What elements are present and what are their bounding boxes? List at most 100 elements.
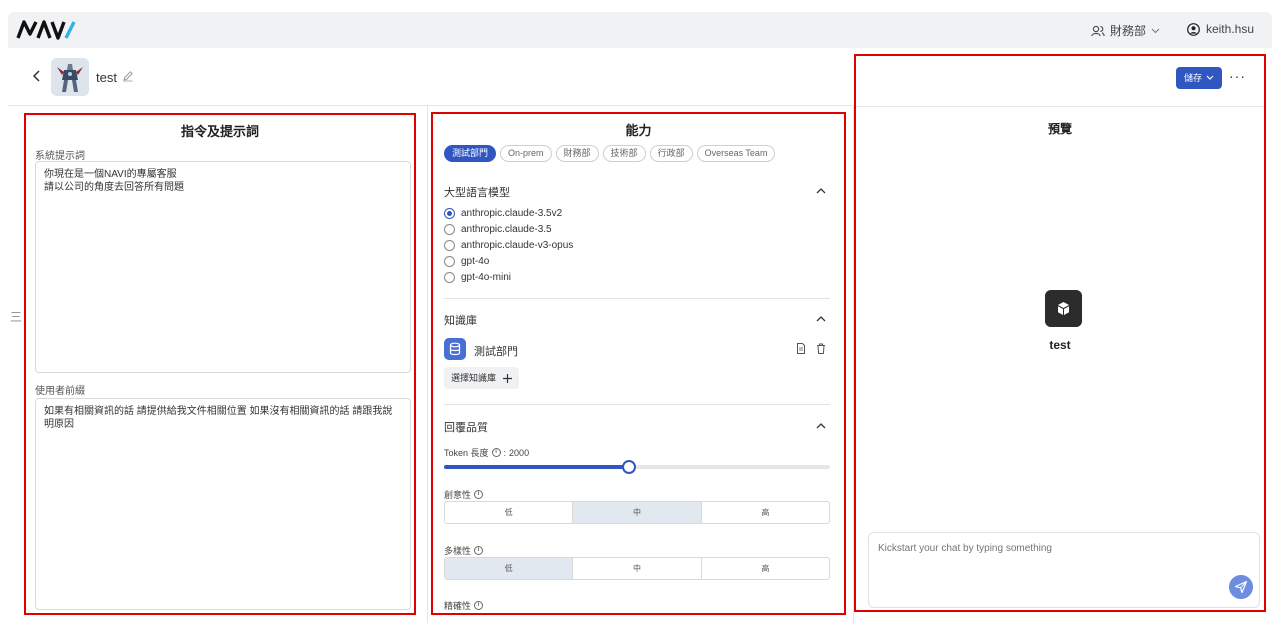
radio-unselected[interactable]: [444, 272, 455, 283]
more-options-icon[interactable]: ···: [1229, 68, 1246, 84]
sidebar-toggle[interactable]: 三: [10, 308, 22, 325]
section-divider: [444, 404, 830, 405]
section-divider: [444, 298, 830, 299]
model-label: gpt-4o: [461, 256, 490, 267]
radio-unselected[interactable]: [444, 256, 455, 267]
username: keith.hsu: [1205, 22, 1254, 36]
diversity-option-high[interactable]: 高: [702, 558, 829, 579]
column-divider: [427, 106, 428, 623]
cube-icon: [1045, 290, 1082, 327]
tab-department[interactable]: 測試部門: [444, 145, 497, 162]
document-icon[interactable]: [796, 343, 806, 354]
info-icon[interactable]: i: [474, 546, 484, 555]
slider-fill: [444, 465, 630, 469]
department-label: 財務部: [1109, 24, 1146, 38]
token-separator: :: [503, 447, 507, 458]
chevron-down-icon: [1151, 28, 1160, 33]
kb-section-title: 知識庫: [444, 315, 477, 327]
model-label: anthropic.claude-v3-opus: [461, 240, 574, 251]
user-prefix-input[interactable]: 如果有相關資訊的話 請提供給我文件相關位置 如果沒有相關資訊的話 請跟我說明原因: [35, 398, 411, 610]
info-icon[interactable]: i: [491, 448, 501, 457]
database-icon: [444, 338, 466, 360]
knowledge-base-item: 測試部門: [444, 338, 830, 360]
tab-department[interactable]: 財務部: [555, 145, 599, 162]
kb-name: 測試部門: [474, 346, 518, 358]
model-option[interactable]: gpt-4o: [444, 256, 489, 267]
robot-avatar-icon: [51, 58, 89, 96]
capabilities-title: 能力: [625, 123, 652, 138]
info-icon[interactable]: i: [474, 601, 484, 610]
diversity-option-low[interactable]: 低: [445, 558, 574, 579]
plus-icon: [503, 373, 513, 383]
model-label: anthropic.claude-3.5: [461, 224, 552, 235]
select-kb-button[interactable]: 選擇知識庫: [444, 367, 520, 389]
token-slider[interactable]: [444, 460, 830, 474]
top-header: 財務部 keith.hsu: [8, 12, 1272, 48]
user-avatar-icon: [1187, 22, 1200, 36]
token-label-text: Token 長度: [444, 448, 489, 458]
edit-pencil-icon[interactable]: [122, 70, 134, 82]
bot-name: test: [96, 70, 117, 85]
instructions-panel: 指令及提示詞 系統提示詞 你現在是一個NAVI的專屬客服 請以公司的角度去回答所…: [24, 113, 416, 615]
creativity-option-mid[interactable]: 中: [573, 502, 702, 523]
model-option[interactable]: anthropic.claude-3.5: [444, 224, 552, 235]
model-option[interactable]: gpt-4o-mini: [444, 272, 511, 283]
model-option[interactable]: anthropic.claude-3.5v2: [444, 208, 562, 219]
radio-unselected[interactable]: [444, 240, 455, 251]
radio-selected[interactable]: [444, 208, 455, 219]
diversity-text: 多樣性: [444, 546, 472, 556]
preview-divider: [856, 106, 1264, 107]
token-value: 2000: [509, 447, 530, 458]
system-prompt-label: 系統提示詞: [35, 151, 85, 162]
tab-department[interactable]: On-prem: [500, 145, 552, 162]
preview-bot-name: test: [1049, 338, 1071, 352]
save-label: 儲存: [1183, 73, 1202, 83]
token-length-label: Token 長度 i : 2000: [444, 446, 529, 459]
chevron-up-icon[interactable]: [816, 422, 826, 430]
back-arrow-icon[interactable]: [30, 68, 44, 84]
user-prefix-label: 使用者前綴: [35, 386, 85, 397]
system-prompt-input[interactable]: 你現在是一個NAVI的專屬客服 請以公司的角度去回答所有問題: [35, 161, 411, 373]
creativity-option-low[interactable]: 低: [445, 502, 574, 523]
quality-section-title: 回覆品質: [444, 422, 488, 434]
precision-text: 精確性: [444, 601, 472, 611]
tab-department[interactable]: Overseas Team: [696, 145, 776, 162]
navi-logo[interactable]: [16, 18, 80, 42]
radio-unselected[interactable]: [444, 224, 455, 235]
send-icon[interactable]: [1229, 575, 1253, 599]
chevron-up-icon[interactable]: [816, 315, 826, 323]
chat-input[interactable]: [878, 543, 1198, 554]
save-button[interactable]: 儲存: [1175, 67, 1222, 89]
creativity-label: 創意性 i: [444, 488, 484, 501]
preview-title: 預覽: [1047, 122, 1072, 136]
precision-label: 精確性 i: [444, 599, 484, 612]
chevron-up-icon[interactable]: [816, 187, 826, 195]
diversity-option-mid[interactable]: 中: [573, 558, 702, 579]
model-label: gpt-4o-mini: [461, 272, 512, 283]
chevron-down-icon: [1206, 75, 1214, 80]
creativity-text: 創意性: [444, 490, 472, 500]
slider-thumb[interactable]: [622, 460, 637, 474]
model-option[interactable]: anthropic.claude-v3-opus: [444, 240, 573, 251]
bot-avatar: [51, 58, 89, 96]
bot-header: test: [8, 48, 854, 106]
diversity-label: 多樣性 i: [444, 544, 484, 557]
instructions-title: 指令及提示詞: [180, 124, 259, 139]
creativity-option-high[interactable]: 高: [702, 502, 829, 523]
department-switcher[interactable]: 財務部: [1091, 22, 1160, 39]
info-icon[interactable]: i: [474, 490, 484, 499]
model-label: anthropic.claude-3.5v2: [461, 208, 563, 219]
diversity-selector: 低 中 高: [444, 557, 830, 580]
select-kb-label: 選擇知識庫: [451, 373, 497, 383]
llm-section-title: 大型語言模型: [444, 187, 510, 199]
chat-input-box: [868, 532, 1260, 608]
department-tabs: 測試部門 On-prem 財務部 技術部 行政部 Overseas Team: [444, 145, 776, 162]
users-icon: [1091, 25, 1105, 36]
creativity-selector: 低 中 高: [444, 501, 830, 524]
preview-panel: 儲存 ··· 預覽 test: [854, 54, 1266, 612]
capabilities-panel: 能力 測試部門 On-prem 財務部 技術部 行政部 Overseas Tea…: [431, 112, 846, 615]
trash-icon[interactable]: [816, 343, 826, 354]
tab-department[interactable]: 行政部: [649, 145, 693, 162]
tab-department[interactable]: 技術部: [602, 145, 646, 162]
user-menu[interactable]: keith.hsu: [1187, 22, 1254, 36]
